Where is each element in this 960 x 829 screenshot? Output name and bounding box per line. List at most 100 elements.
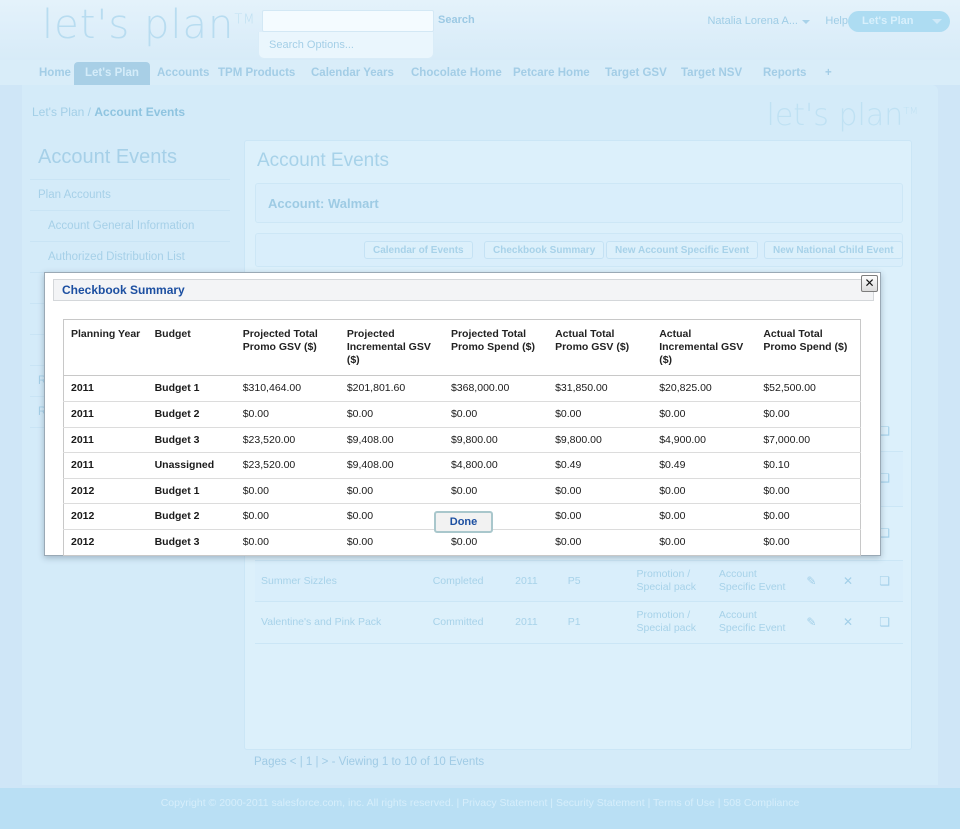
tab-target-gsv[interactable]: Target GSV bbox=[594, 62, 678, 85]
dialog-footer: Done bbox=[45, 511, 882, 533]
sidebar-item[interactable]: Account General Information bbox=[30, 211, 230, 242]
sidebar-title: Account Events bbox=[30, 140, 230, 179]
copy-icon[interactable]: ❏ bbox=[866, 602, 903, 643]
table-row[interactable]: Valentine's and Pink PackCommitted2011P1… bbox=[255, 602, 903, 643]
search-options-link[interactable]: Search Options... bbox=[258, 32, 434, 59]
table-cell: 2011 bbox=[64, 427, 148, 453]
table-cell: $0.00 bbox=[236, 478, 340, 504]
tab-[interactable]: + bbox=[814, 62, 843, 85]
tab-calendar-years[interactable]: Calendar Years bbox=[300, 62, 405, 85]
edit-icon[interactable]: ✎ bbox=[793, 561, 830, 602]
watermark-logo-text: let's plan bbox=[767, 98, 904, 133]
table-row[interactable]: Summer SizzlesCompleted2011P5Promotion /… bbox=[255, 561, 903, 602]
column-header: Projected Total Promo Spend ($) bbox=[444, 320, 548, 376]
edit-icon[interactable]: ✎ bbox=[793, 602, 830, 643]
column-header: Actual Total Promo Spend ($) bbox=[756, 320, 860, 376]
table-cell: $0.00 bbox=[236, 401, 340, 427]
event-type: Promotion / Special pack bbox=[630, 561, 712, 602]
tab-petcare-home[interactable]: Petcare Home bbox=[502, 62, 601, 85]
table-cell: 2011 bbox=[64, 453, 148, 479]
table-cell: $4,800.00 bbox=[444, 453, 548, 479]
table-cell: $310,464.00 bbox=[236, 376, 340, 402]
event-category: Account Specific Event bbox=[713, 602, 793, 643]
tab-chocolate-home[interactable]: Chocolate Home bbox=[400, 62, 513, 85]
button-calendar-of-events[interactable]: Calendar of Events bbox=[364, 241, 473, 259]
help-link[interactable]: Help bbox=[825, 15, 848, 27]
table-cell: $52,500.00 bbox=[756, 376, 860, 402]
sidebar-item[interactable]: Authorized Distribution List bbox=[30, 242, 230, 273]
event-name: Valentine's and Pink Pack bbox=[255, 602, 427, 643]
table-cell: Budget 1 bbox=[148, 376, 236, 402]
table-cell: 2012 bbox=[64, 529, 148, 555]
copy-icon[interactable]: ❏ bbox=[866, 561, 903, 602]
main-tab-bar: HomeLet's PlanAccountsTPM ProductsCalend… bbox=[0, 60, 960, 85]
tab-tpm-products[interactable]: TPM Products bbox=[207, 62, 306, 85]
table-row: 2011Budget 2$0.00$0.00$0.00$0.00$0.00$0.… bbox=[64, 401, 861, 427]
table-cell: $0.00 bbox=[444, 478, 548, 504]
app-logo-text: let's plan bbox=[42, 2, 234, 48]
tab-reports[interactable]: Reports bbox=[752, 62, 817, 85]
table-cell: $31,850.00 bbox=[548, 376, 652, 402]
dialog-title: Checkbook Summary bbox=[62, 283, 185, 297]
chevron-down-icon[interactable] bbox=[802, 20, 810, 24]
footer: Copyright © 2000-2011 salesforce.com, in… bbox=[0, 788, 960, 829]
table-cell: Budget 3 bbox=[148, 529, 236, 555]
table-cell: $0.00 bbox=[652, 401, 756, 427]
search-button[interactable]: Search bbox=[438, 14, 475, 26]
table-cell: $0.00 bbox=[444, 401, 548, 427]
done-button[interactable]: Done bbox=[434, 511, 494, 533]
user-menu-label[interactable]: Natalia Lorena A... bbox=[707, 15, 798, 27]
table-cell: $0.00 bbox=[756, 529, 860, 555]
table-cell: $23,520.00 bbox=[236, 427, 340, 453]
pagination[interactable]: Pages < | 1 | > - Viewing 1 to 10 of 10 … bbox=[254, 756, 484, 768]
event-period: P1 bbox=[562, 602, 631, 643]
table-cell: $0.00 bbox=[236, 529, 340, 555]
table-cell: $0.00 bbox=[340, 401, 444, 427]
delete-icon[interactable]: ✕ bbox=[830, 561, 867, 602]
tab-target-nsv[interactable]: Target NSV bbox=[670, 62, 753, 85]
table-cell: $20,825.00 bbox=[652, 376, 756, 402]
column-header: Actual Total Promo GSV ($) bbox=[548, 320, 652, 376]
dialog-titlebar: Checkbook Summary bbox=[53, 279, 874, 301]
table-cell: 2011 bbox=[64, 401, 148, 427]
table-cell: $0.00 bbox=[444, 529, 548, 555]
tab-let-s-plan[interactable]: Let's Plan bbox=[74, 62, 150, 85]
breadcrumb-root[interactable]: Let's Plan bbox=[32, 105, 84, 119]
table-cell: $0.00 bbox=[548, 478, 652, 504]
sidebar-item[interactable]: Plan Accounts bbox=[30, 179, 230, 211]
table-row: 2012Budget 3$0.00$0.00$0.00$0.00$0.00$0.… bbox=[64, 529, 861, 555]
column-header: Planning Year bbox=[64, 320, 148, 376]
button-checkbook-summary[interactable]: Checkbook Summary bbox=[484, 241, 604, 259]
table-cell: $7,000.00 bbox=[756, 427, 860, 453]
event-year: 2011 bbox=[509, 602, 562, 643]
app-switcher-chevron-down-icon[interactable] bbox=[932, 19, 942, 24]
button-new-account-specific-event[interactable]: New Account Specific Event bbox=[606, 241, 758, 259]
event-status: Completed bbox=[427, 561, 509, 602]
search-input[interactable] bbox=[262, 10, 434, 32]
watermark-logo-tm: TM bbox=[903, 106, 918, 117]
table-cell: $0.00 bbox=[756, 401, 860, 427]
action-button-row: Calendar of Events Checkbook SummaryNew A… bbox=[255, 233, 903, 267]
table-cell: $0.00 bbox=[548, 401, 652, 427]
event-period: P5 bbox=[562, 561, 631, 602]
close-icon[interactable]: ✕ bbox=[861, 275, 878, 292]
table-header-row: Planning YearBudgetProjected Total Promo… bbox=[64, 320, 861, 376]
event-status: Committed bbox=[427, 602, 509, 643]
page-title: Account Events bbox=[245, 141, 911, 172]
event-category: Account Specific Event bbox=[713, 561, 793, 602]
table-cell: Budget 2 bbox=[148, 401, 236, 427]
table-cell: $201,801.60 bbox=[340, 376, 444, 402]
table-cell: 2011 bbox=[64, 376, 148, 402]
event-name: Summer Sizzles bbox=[255, 561, 427, 602]
delete-icon[interactable]: ✕ bbox=[830, 602, 867, 643]
table-cell: $0.49 bbox=[548, 453, 652, 479]
app-header: let's planTM Search Search Options... Na… bbox=[0, 0, 960, 60]
checkbook-summary-dialog: Checkbook Summary ✕ Planning YearBudgetP… bbox=[44, 272, 881, 556]
table-cell: $9,408.00 bbox=[340, 453, 444, 479]
breadcrumb: Let's Plan / Account Events bbox=[32, 105, 185, 119]
button-new-national-child-event[interactable]: New National Child Event bbox=[764, 241, 903, 259]
table-cell: $0.49 bbox=[652, 453, 756, 479]
table-cell: $4,900.00 bbox=[652, 427, 756, 453]
table-cell: $0.00 bbox=[756, 478, 860, 504]
account-label: Account: Walmart bbox=[255, 183, 903, 223]
